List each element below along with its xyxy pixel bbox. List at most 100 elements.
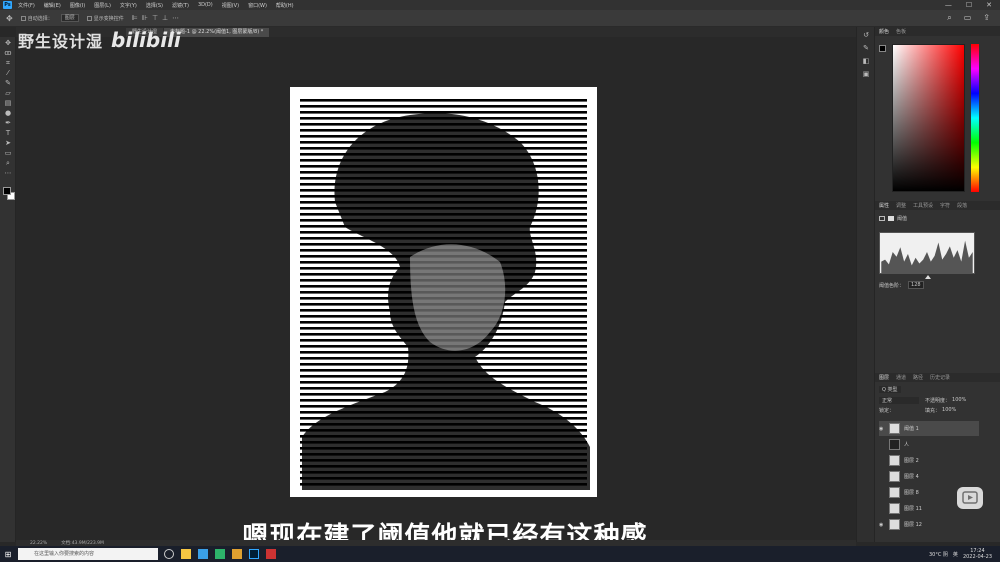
zoom-tool-icon[interactable]: ⌕	[3, 159, 13, 167]
tab-character[interactable]: 字符	[940, 202, 950, 209]
show-transform-checkbox[interactable]: 显示变换控件	[86, 15, 124, 22]
color-picker-field[interactable]	[892, 44, 965, 192]
document-image[interactable]	[290, 87, 597, 497]
layer-name: 图层 8	[904, 490, 919, 496]
move-tool-icon[interactable]: ✥	[6, 14, 13, 23]
layer-name: 图层 12	[904, 522, 922, 528]
crop-tool-icon[interactable]: ⌗	[3, 59, 13, 67]
menu-window[interactable]: 窗口(W)	[248, 2, 267, 9]
taskbar-search-input[interactable]: 在这里输入你要搜索的内容	[18, 548, 158, 560]
auto-select-label: 自动选择：	[27, 15, 53, 22]
libraries-icon[interactable]: ▣	[861, 70, 871, 79]
workspace-icon[interactable]: ▭	[964, 13, 972, 23]
layer-row[interactable]: 图层 2	[879, 453, 979, 468]
fill-label: 填充：	[925, 408, 941, 414]
zoom-level[interactable]: 22.22%	[30, 541, 47, 546]
tab-paragraph[interactable]: 段落	[957, 202, 967, 209]
more-tools-icon[interactable]: ⋯	[3, 169, 13, 177]
photoshop-logo-icon[interactable]: Ps	[3, 1, 12, 9]
photoshop-taskbar-icon[interactable]	[249, 549, 259, 559]
fill-row: 填充： 100%	[925, 407, 956, 414]
fill-input[interactable]: 100%	[942, 407, 956, 414]
menu-type[interactable]: 文字(Y)	[120, 2, 137, 9]
wechat-icon[interactable]	[215, 549, 225, 559]
layer-select-dropdown[interactable]: 图层	[60, 14, 79, 22]
tab-history[interactable]: 历史记录	[930, 374, 950, 381]
scan-line	[300, 105, 587, 108]
layer-row[interactable]: 图层 4	[879, 469, 979, 484]
layer-row[interactable]: ◉ 图层 12	[879, 517, 979, 532]
gradient-tool-icon[interactable]: ▤	[3, 99, 13, 107]
threshold-input[interactable]: 128	[908, 281, 924, 289]
tab-layers[interactable]: 图层	[879, 374, 889, 381]
color-fg-swatch[interactable]	[879, 45, 886, 52]
layer-kind-filter[interactable]: Q 类型	[879, 386, 901, 393]
share-icon[interactable]: ⇪	[983, 13, 990, 23]
threshold-label: 阈值色阶：	[879, 282, 905, 289]
align-icons[interactable]: ⊫⊪⊤⊥⋯	[132, 14, 183, 22]
type-tool-icon[interactable]: T	[3, 129, 13, 137]
lasso-tool-icon[interactable]: ꝏ	[3, 49, 13, 57]
panel-icon-strip: ↺ ✎ ◧ ▣	[856, 27, 874, 542]
windows-start-icon[interactable]: ⊞	[0, 550, 16, 559]
recorder-icon[interactable]	[266, 549, 276, 559]
minimize-button[interactable]: —	[945, 1, 952, 9]
foreground-color-swatch[interactable]	[3, 187, 11, 195]
mask-icon[interactable]	[888, 216, 894, 221]
menu-3d[interactable]: 3D(D)	[198, 2, 213, 8]
properties-icon[interactable]: ◧	[861, 57, 871, 66]
blend-mode-select[interactable]: 正常	[879, 397, 919, 404]
search-icon[interactable]: ⌕	[947, 13, 951, 23]
hue-slider[interactable]	[971, 44, 979, 192]
task-view-icon[interactable]	[164, 549, 174, 559]
scan-line	[300, 99, 587, 102]
shape-tool-icon[interactable]: ▭	[3, 149, 13, 157]
tab-channels[interactable]: 通道	[896, 374, 906, 381]
system-tray: 30°C 阴 英 17:24 2022-04-23	[929, 548, 992, 560]
move-tool-icon[interactable]: ✥	[3, 39, 13, 47]
eraser-tool-icon[interactable]: ▱	[3, 89, 13, 97]
tab-tool-presets[interactable]: 工具预设	[913, 202, 933, 209]
edge-icon[interactable]	[198, 549, 208, 559]
brush-settings-icon[interactable]: ✎	[861, 44, 871, 53]
auto-select-checkbox[interactable]: 自动选择：	[20, 15, 53, 22]
threshold-slider-handle[interactable]	[925, 275, 931, 279]
menu-layer[interactable]: 图层(L)	[94, 2, 111, 9]
file-explorer-icon[interactable]	[181, 549, 191, 559]
layer-thumbnail	[889, 503, 900, 514]
layer-row[interactable]: 人	[879, 437, 979, 452]
layer-row[interactable]: ◉ 阈值 1	[879, 421, 979, 436]
menu-help[interactable]: 帮助(H)	[276, 2, 294, 9]
pen-tool-icon[interactable]: ✒	[3, 119, 13, 127]
close-button[interactable]: ✕	[986, 1, 992, 9]
clock[interactable]: 17:24 2022-04-23	[963, 548, 992, 560]
menu-select[interactable]: 选择(S)	[146, 2, 163, 9]
dodge-tool-icon[interactable]: ●	[3, 109, 13, 117]
tab-adjustments[interactable]: 调整	[896, 202, 906, 209]
app-icon[interactable]	[232, 549, 242, 559]
weather-label[interactable]: 30°C 阴	[929, 551, 948, 558]
tab-color[interactable]: 颜色	[879, 28, 889, 35]
menu-edit[interactable]: 编辑(E)	[44, 2, 61, 9]
menu-view[interactable]: 视图(V)	[222, 2, 239, 9]
menu-filter[interactable]: 滤镜(T)	[172, 2, 189, 9]
opacity-input[interactable]: 100%	[952, 397, 966, 404]
tab-paths[interactable]: 路径	[913, 374, 923, 381]
path-select-tool-icon[interactable]: ➤	[3, 139, 13, 147]
menu-image[interactable]: 图像(I)	[70, 2, 85, 9]
visibility-eye-icon[interactable]: ◉	[879, 522, 885, 528]
tab-properties[interactable]: 属性	[879, 202, 889, 209]
props-title: 阈值	[897, 216, 908, 222]
scan-line	[300, 111, 587, 114]
channel-name: 野生设计湿	[18, 32, 104, 51]
bilibili-play-button[interactable]	[957, 487, 983, 509]
brush-tool-icon[interactable]: ✎	[3, 79, 13, 87]
tab-swatches[interactable]: 色板	[896, 28, 906, 35]
lang-indicator[interactable]: 英	[953, 551, 958, 558]
eyedropper-tool-icon[interactable]: ⁄	[3, 69, 13, 77]
layer-thumbnail	[889, 439, 900, 450]
visibility-eye-icon[interactable]: ◉	[879, 426, 885, 432]
maximize-button[interactable]: ☐	[966, 1, 972, 9]
history-icon[interactable]: ↺	[861, 31, 871, 40]
menu-file[interactable]: 文件(F)	[18, 2, 35, 9]
